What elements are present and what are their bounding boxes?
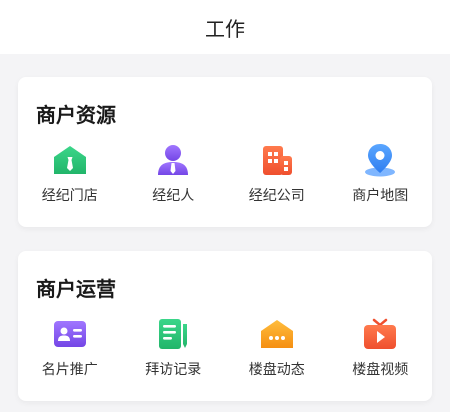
menu-item-visit-record[interactable]: 拜访记录 xyxy=(122,317,226,379)
property-news-icon xyxy=(259,317,295,351)
map-pin-icon xyxy=(362,143,398,177)
property-video-icon xyxy=(362,317,398,351)
agent-icon xyxy=(155,143,191,177)
store-icon xyxy=(52,143,88,177)
section-title: 商户资源 xyxy=(36,103,116,127)
merchant-resources-card: 商户资源 经纪门店 经纪人 经纪公司 商户地图 xyxy=(18,77,432,227)
menu-item-agency-company[interactable]: 经纪公司 xyxy=(225,143,329,205)
menu-item-label: 经纪人 xyxy=(152,188,195,204)
menu-grid: 名片推广 拜访记录 楼盘动态 楼盘视频 xyxy=(18,317,432,379)
menu-item-label: 名片推广 xyxy=(41,362,98,378)
menu-item-agent[interactable]: 经纪人 xyxy=(122,143,226,205)
menu-item-merchant-map[interactable]: 商户地图 xyxy=(329,143,433,205)
menu-item-label: 楼盘视频 xyxy=(352,362,409,378)
merchant-operations-card: 商户运营 名片推广 拜访记录 楼盘动态 楼盘视频 xyxy=(18,251,432,401)
top-bar: 工作 xyxy=(0,0,450,54)
menu-item-agent-store[interactable]: 经纪门店 xyxy=(18,143,122,205)
menu-item-label: 商户地图 xyxy=(352,188,409,204)
company-building-icon xyxy=(259,143,295,177)
menu-item-property-news[interactable]: 楼盘动态 xyxy=(225,317,329,379)
page-title: 工作 xyxy=(205,16,245,41)
menu-item-label: 拜访记录 xyxy=(145,362,202,378)
menu-item-label: 楼盘动态 xyxy=(248,362,305,378)
menu-item-label: 经纪公司 xyxy=(248,188,305,204)
visit-record-icon xyxy=(155,317,191,351)
menu-grid: 经纪门店 经纪人 经纪公司 商户地图 xyxy=(18,143,432,205)
business-card-icon xyxy=(52,317,88,351)
menu-item-property-video[interactable]: 楼盘视频 xyxy=(329,317,433,379)
menu-item-label: 经纪门店 xyxy=(41,188,98,204)
menu-item-card-promotion[interactable]: 名片推广 xyxy=(18,317,122,379)
section-title: 商户运营 xyxy=(36,277,116,301)
